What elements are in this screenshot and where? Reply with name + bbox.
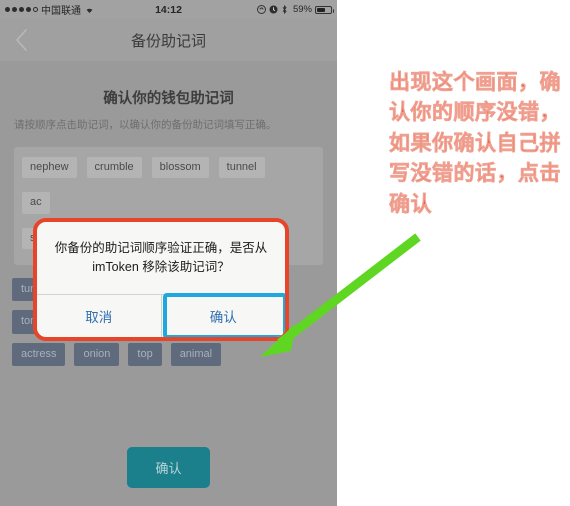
pool-word-chip[interactable]: actress [12, 342, 66, 366]
chevron-left-icon [15, 29, 28, 51]
rotation-lock-icon [256, 5, 266, 14]
status-bar-right: 59% [256, 4, 334, 15]
phone-screenshot-panel: 中国联通 14:12 59% 备份助记词 确认你的钱包助记词 请按顺序点击助记词… [0, 0, 337, 506]
pool-word-chip[interactable]: top [128, 342, 162, 366]
content-subtext: 请按顺序点击助记词，以确认你的备份助记词填写正确。 [14, 119, 277, 131]
dialog-message: 你备份的助记词顺序验证正确，是否从 imToken 移除该助记词？ [54, 241, 268, 275]
navigation-bar: 备份助记词 [0, 19, 337, 61]
page-title: 备份助记词 [130, 32, 206, 50]
annotation-text: 出现这个画面，确认你的顺序没错，如果你确认自己拼写没错的话，点击确认 [389, 71, 561, 216]
selected-word-chip[interactable]: crumble [86, 157, 142, 179]
selected-words-row: ac [22, 192, 315, 214]
selected-words-row: nephew crumble blossom tunnel [22, 157, 315, 179]
content-heading: 确认你的钱包助记词 [103, 91, 234, 107]
battery-icon [315, 5, 334, 14]
bluetooth-icon [281, 4, 290, 15]
dialog-button-row: 取消 确认 [37, 292, 286, 337]
dialog-cancel-button[interactable]: 取消 [37, 295, 161, 337]
dialog-confirm-button[interactable]: 确认 [162, 295, 286, 337]
pool-word-chip[interactable]: onion [74, 342, 120, 366]
confirm-dialog: 你备份的助记词顺序验证正确，是否从 imToken 移除该助记词？ 取消 确认 [37, 222, 285, 337]
status-bar: 中国联通 14:12 59% [0, 0, 337, 19]
bottom-confirm-container: 确认 [0, 447, 337, 488]
dialog-red-annotation-box: 你备份的助记词顺序验证正确，是否从 imToken 移除该助记词？ 取消 确认 [33, 218, 289, 341]
alarm-clock-icon [269, 5, 278, 14]
battery-percent-label: 59% [292, 4, 312, 15]
selected-word-chip[interactable]: tunnel [218, 157, 265, 179]
word-pool-row: actress onion top animal [12, 342, 325, 366]
selected-word-chip[interactable]: nephew [22, 157, 77, 179]
selected-word-chip[interactable]: ac [22, 192, 50, 214]
back-button[interactable] [0, 19, 42, 61]
bottom-confirm-button[interactable]: 确认 [127, 447, 210, 488]
pool-word-chip[interactable]: animal [170, 342, 222, 366]
selected-word-chip[interactable]: blossom [151, 157, 209, 179]
